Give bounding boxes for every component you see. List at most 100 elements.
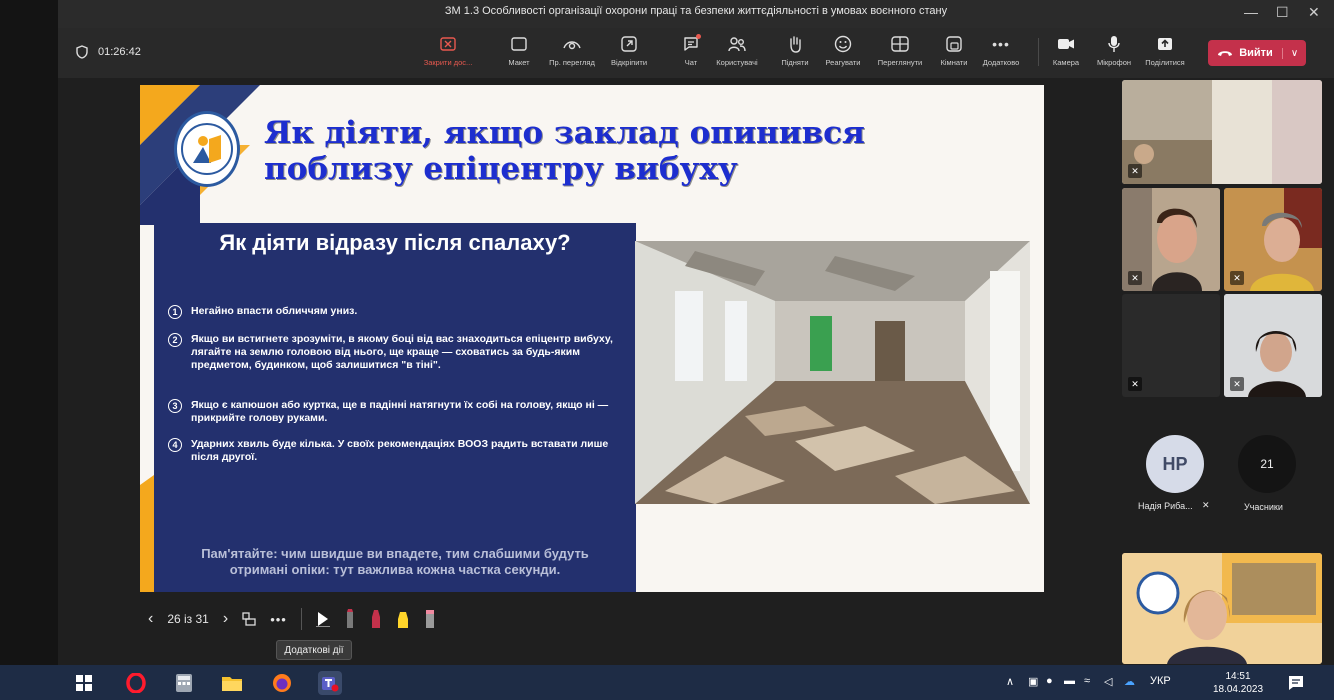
tray-microphone-icon[interactable]: ● <box>1046 675 1053 687</box>
video-tile[interactable]: ✕ <box>1122 80 1322 184</box>
institute-emblem-icon <box>181 123 233 175</box>
pointer-arrow-icon[interactable] <box>315 611 330 627</box>
nav-divider <box>300 608 302 630</box>
rooms-button[interactable]: Кімнати <box>934 34 974 67</box>
view-button[interactable]: Переглянути <box>868 34 932 67</box>
leave-options-chevron-icon[interactable]: ∨ <box>1282 47 1306 59</box>
video-tile[interactable]: ✕ <box>1122 188 1220 291</box>
window-title: ЗМ 1.3 Особливості організації охорони п… <box>444 5 948 17</box>
notification-icon <box>1289 676 1303 690</box>
taskbar-app[interactable] <box>172 671 196 695</box>
react-label: Реагувати <box>825 58 861 67</box>
taskbar-app-active[interactable] <box>318 671 342 695</box>
camera-button[interactable]: Камера <box>1048 34 1084 67</box>
pop-out-button[interactable]: Відкріпити <box>602 34 656 67</box>
camera-icon <box>1058 39 1074 49</box>
more-options-icon[interactable]: ••• <box>270 612 287 627</box>
slide-title: Як діяти, якщо заклад опинився поблизу е… <box>264 115 865 187</box>
battery-icon[interactable]: ▬ <box>1064 675 1075 687</box>
slide-counter: 26 із 31 <box>167 612 209 626</box>
language-indicator[interactable]: УКР <box>1150 675 1171 687</box>
microphone-label: Мікрофон <box>1096 58 1132 67</box>
phone-hangup-icon <box>1218 51 1233 56</box>
preview-label: Пр. перегляд <box>549 58 595 67</box>
share-icon <box>1158 38 1172 50</box>
volume-icon[interactable]: ◁ <box>1104 675 1112 688</box>
panel-note: Пам'ятайте: чим швидше ви впадете, тим с… <box>201 546 589 577</box>
toolbar-divider <box>1038 38 1039 66</box>
windows-taskbar: ∧ ▣ ● ▬ ≈ ◁ ☁ УКР 14:51 18.04.2023 <box>0 665 1334 700</box>
participant-name: Надія Риба... <box>1138 501 1193 511</box>
mic-off-icon: ✕ <box>1128 164 1142 178</box>
eraser-icon[interactable] <box>424 609 436 629</box>
more-actions-tooltip: Додаткові дії <box>276 640 352 660</box>
system-clock[interactable]: 14:51 18.04.2023 <box>1208 670 1268 696</box>
microphone-button[interactable]: Мікрофон <box>1090 34 1138 67</box>
more-icon: ••• <box>992 36 1010 52</box>
chat-button[interactable]: Чат <box>676 34 706 67</box>
react-button[interactable]: Реагувати <box>820 34 866 67</box>
preview-button[interactable]: Пр. перегляд <box>544 34 600 67</box>
share-button[interactable]: Поділитися <box>1140 34 1190 67</box>
close-window-button[interactable]: ✕ <box>1308 4 1320 21</box>
red-marker-icon[interactable] <box>370 609 382 629</box>
pop-out-label: Відкріпити <box>610 58 648 67</box>
more-actions-button[interactable]: ••• Додатково <box>974 34 1028 67</box>
step-text: Негайно впасти обличчям униз. <box>191 305 358 317</box>
onedrive-icon[interactable]: ☁ <box>1124 675 1135 688</box>
stop-sharing-button[interactable]: Закрити дос... <box>424 34 472 67</box>
leave-label: Вийти <box>1239 47 1273 59</box>
participant-avatar[interactable]: НР <box>1146 435 1204 493</box>
mic-off-icon: ✕ <box>1230 271 1244 285</box>
tray-app-icon[interactable]: ▣ <box>1028 675 1038 688</box>
step-item: 3 Якщо є капюшон або куртка, ще в падінн… <box>168 399 624 425</box>
taskbar-app[interactable] <box>220 671 244 695</box>
clock-date: 18.04.2023 <box>1212 684 1264 695</box>
step-item: 4 Ударних хвиль буде кілька. У своїх рек… <box>168 438 624 464</box>
opera-browser-icon <box>126 673 146 693</box>
presenter-video-tile[interactable] <box>1122 553 1322 664</box>
layout-icon <box>511 37 527 51</box>
raise-hand-label: Підняти <box>781 58 809 67</box>
meeting-timer: 01:26:42 <box>76 45 141 59</box>
previous-slide-chevron-icon[interactable]: ‹ <box>148 610 153 628</box>
panel-title: Як діяти відразу після спалаху? <box>219 230 571 255</box>
people-button[interactable]: Користувачі <box>706 34 768 67</box>
raise-hand-button[interactable]: Підняти <box>774 34 816 67</box>
taskbar-app[interactable] <box>124 671 148 695</box>
windows-start-button[interactable] <box>72 671 96 695</box>
slide-navigation: ‹ 26 із 31 › ••• <box>148 604 436 634</box>
wifi-icon[interactable]: ≈ <box>1084 675 1090 687</box>
tray-chevron-up-icon[interactable]: ∧ <box>1006 675 1014 688</box>
participant-count[interactable]: 21 <box>1238 435 1296 493</box>
leave-button[interactable]: Вийти ∨ <box>1208 40 1306 66</box>
participant-count-value: 21 <box>1260 457 1274 471</box>
step-text: Якщо ви встигнете зрозуміти, в якому боц… <box>191 333 613 371</box>
pen-tool-icon[interactable] <box>344 609 356 629</box>
video-tile[interactable]: ✕ <box>1224 294 1322 397</box>
next-slide-chevron-icon[interactable]: › <box>223 610 228 628</box>
taskbar-app[interactable] <box>270 671 294 695</box>
layout-label: Макет <box>508 58 530 67</box>
video-tile-empty[interactable]: ✕ <box>1122 294 1220 397</box>
notifications-button[interactable] <box>1284 671 1308 695</box>
teams-icon <box>322 677 339 692</box>
video-tile[interactable]: ✕ <box>1224 188 1322 291</box>
meeting-toolbar: 01:26:42 Закрити дос... Макет Пр. перегл… <box>58 28 1334 78</box>
close-share-icon <box>440 37 456 51</box>
minimize-button[interactable]: — <box>1244 4 1258 20</box>
mic-off-icon: ✕ <box>1128 377 1142 391</box>
view-icon <box>891 36 909 52</box>
step-number: 1 <box>168 305 182 319</box>
slide-grid-icon[interactable] <box>242 612 256 626</box>
camera-label: Камера <box>1052 58 1080 67</box>
maximize-button[interactable]: ☐ <box>1276 4 1289 21</box>
highlighter-icon[interactable] <box>396 609 410 629</box>
people-label: Користувачі <box>716 58 758 67</box>
leave-main[interactable]: Вийти <box>1208 47 1282 59</box>
calculator-icon <box>176 674 192 692</box>
firefox-icon <box>273 674 291 692</box>
step-number: 4 <box>168 438 182 452</box>
layout-button[interactable]: Макет <box>504 34 534 67</box>
people-icon <box>728 37 746 52</box>
